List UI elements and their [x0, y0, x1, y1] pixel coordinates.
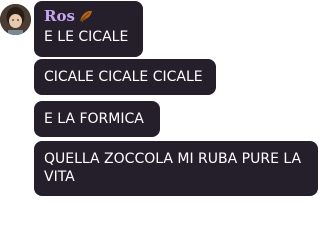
chat-view: Ros E LE CICALE CICALE CICALE CICALE E L…: [0, 0, 320, 245]
message-bubble[interactable]: E LA FORMICA: [34, 101, 160, 137]
sender-name[interactable]: Ros: [44, 7, 75, 25]
message-text: E LA FORMICA: [44, 111, 144, 127]
message-text: E LE CICALE: [44, 29, 129, 45]
message-text: QUELLA ZOCCOLA MI RUBA PURE LA VITA: [44, 151, 302, 185]
sender-avatar[interactable]: [0, 4, 31, 35]
message-bubble[interactable]: QUELLA ZOCCOLA MI RUBA PURE LA VITA: [34, 141, 318, 196]
message-bubble[interactable]: Ros E LE CICALE: [34, 1, 143, 57]
message-text: CICALE CICALE CICALE: [44, 69, 203, 85]
avatar-image: [0, 4, 31, 35]
leaf-emoji-icon: [78, 9, 94, 23]
sender-header: Ros: [44, 6, 133, 26]
message-bubble[interactable]: CICALE CICALE CICALE: [34, 59, 216, 95]
